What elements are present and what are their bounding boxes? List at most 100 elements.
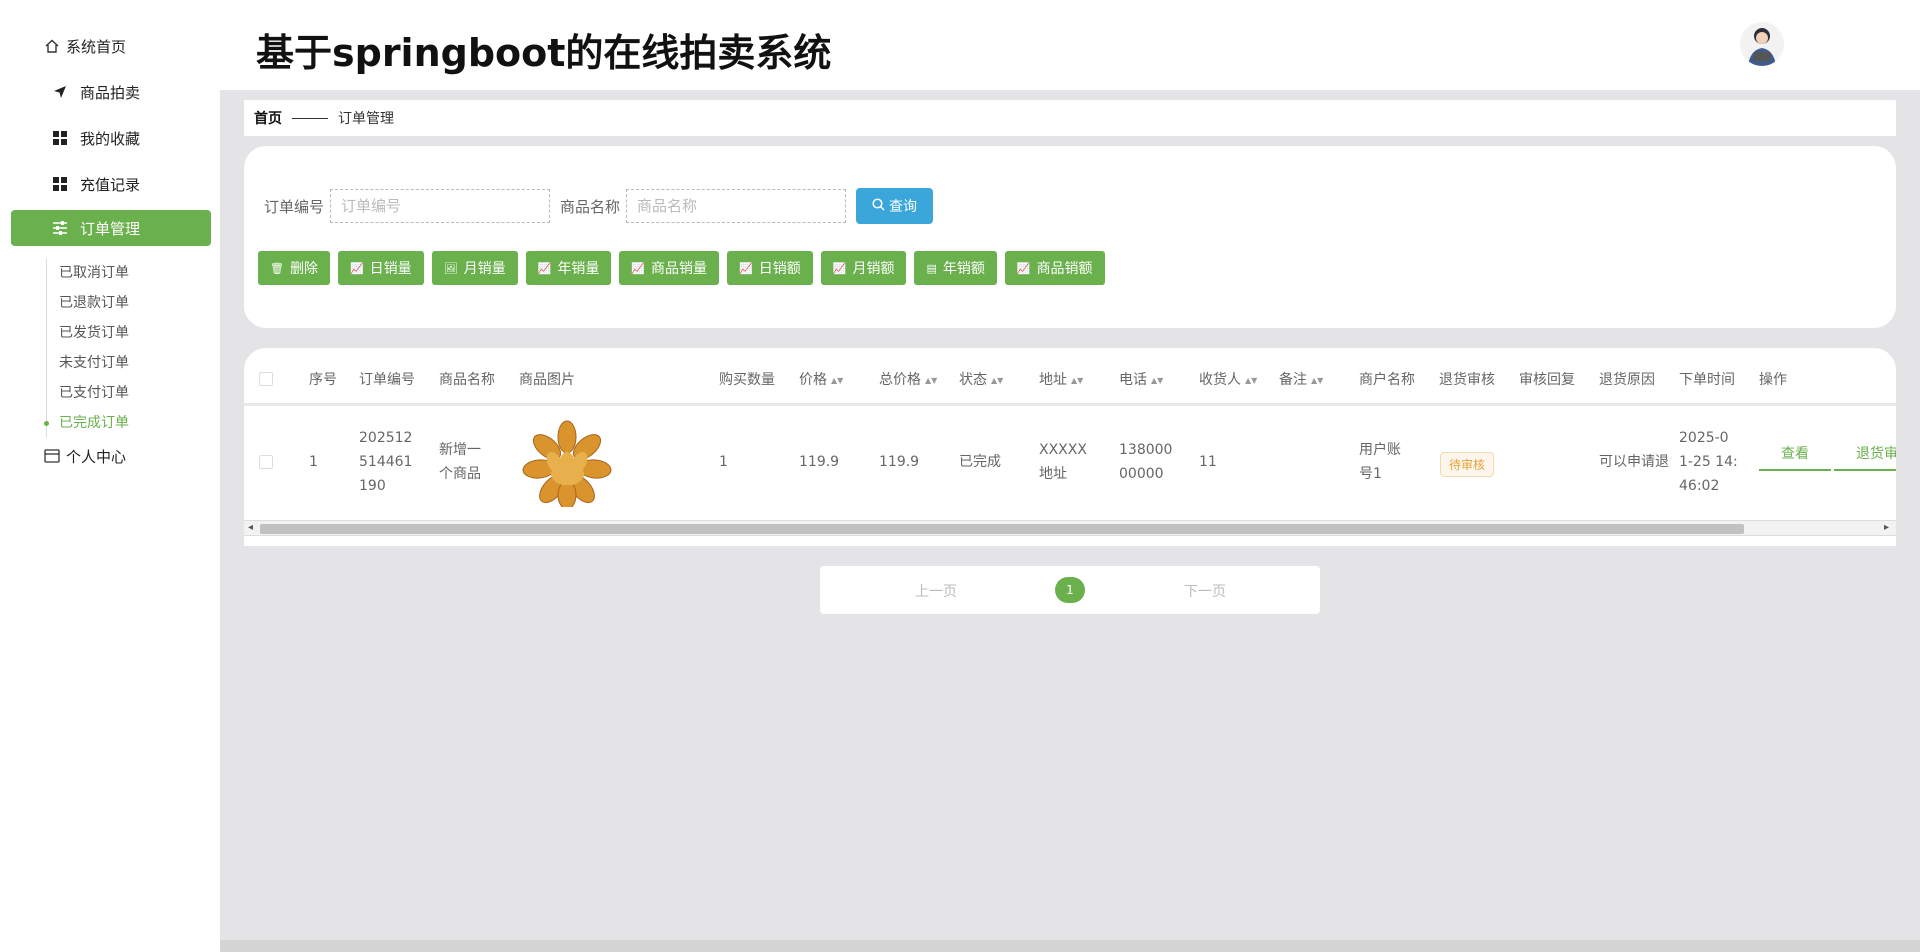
col-status-label: 状态	[959, 372, 987, 388]
chart-icon: 📈	[832, 261, 847, 275]
monthly-revenue-label: 月销额	[852, 261, 895, 277]
chart-icon: 📈	[349, 261, 364, 275]
col-return-reason: 退货原因	[1599, 372, 1655, 388]
goods-sales-label: 商品销量	[651, 261, 708, 277]
col-total-label: 总价格	[879, 372, 921, 388]
sidebar-item-profile[interactable]: 个人中心	[0, 438, 220, 474]
col-remark-label: 备注	[1279, 372, 1307, 388]
scroll-thumb[interactable]	[260, 524, 1744, 534]
cell-phone: 138000 00000	[1119, 438, 1172, 486]
daily-sales-label: 日销量	[369, 261, 412, 277]
cell-order-no-line: 514461	[359, 454, 413, 470]
header: 基于springboot的在线拍卖系统	[220, 0, 1920, 90]
grid-icon	[52, 176, 68, 192]
monthly-revenue-button[interactable]: 📈 月销额	[820, 251, 907, 285]
sidebar-item-orders[interactable]: 订单管理	[11, 210, 211, 246]
submenu-refunded-orders[interactable]: 已退款订单	[47, 288, 129, 318]
horizontal-scrollbar[interactable]: ◂ ▸	[244, 520, 1896, 536]
col-phone[interactable]: 电话 ▲▼	[1119, 369, 1163, 389]
page-number[interactable]: 1	[1055, 577, 1085, 603]
cell-phone-line: 00000	[1119, 466, 1164, 482]
cell-address-line: XXXXX	[1039, 442, 1087, 458]
cell-goods-name-line: 个商品	[439, 466, 481, 482]
monthly-sales-button[interactable]: 🖼 月销量	[431, 251, 518, 285]
card-icon	[44, 448, 60, 464]
sidebar-item-label: 我的收藏	[80, 129, 141, 148]
yearly-revenue-button[interactable]: ▤ 年销额	[914, 251, 997, 285]
col-order-no: 订单编号	[359, 372, 415, 388]
sidebar-item-label: 系统首页	[66, 37, 127, 56]
delete-button[interactable]: 🗑 删除	[258, 251, 330, 285]
submenu-paid-orders[interactable]: 已支付订单	[47, 378, 129, 408]
sort-icon[interactable]: ▲▼	[1245, 376, 1257, 385]
sort-icon[interactable]: ▲▼	[925, 376, 937, 385]
row-checkbox[interactable]	[259, 455, 273, 469]
avatar[interactable]	[1740, 22, 1784, 66]
order-no-input[interactable]	[330, 189, 551, 223]
sort-icon[interactable]: ▲▼	[1071, 376, 1083, 385]
col-order-time: 下单时间	[1679, 372, 1735, 388]
view-button[interactable]: 查看	[1759, 443, 1831, 471]
cell-goods-name: 新增一 个商品	[439, 438, 481, 486]
col-index: 序号	[309, 372, 337, 388]
cell-address: XXXXX 地址	[1039, 438, 1087, 486]
search-icon	[872, 197, 885, 215]
sort-icon[interactable]: ▲▼	[1311, 376, 1323, 385]
col-receiver[interactable]: 收货人 ▲▼	[1199, 369, 1257, 389]
action-row: 🗑 删除 📈 日销量 🖼 月销量 📈 年销量 📈 商品销量 📈 日销额 📈 月销额 ▤ 年销额 …	[258, 251, 1105, 285]
cell-order-no-line: 202512	[359, 430, 413, 446]
select-all-checkbox[interactable]	[259, 372, 273, 386]
sort-icon[interactable]: ▲▼	[1151, 376, 1163, 385]
search-panel: 订单编号 商品名称 查询 🗑 删除 📈 日销量 🖼 月销量 📈 年销量 📈 商品销量 📈 日…	[244, 146, 1896, 328]
breadcrumb-home[interactable]: 首页	[254, 108, 282, 128]
trash-icon: 🗑	[270, 261, 284, 275]
orders-submenu: 已取消订单 已退款订单 已发货订单 未支付订单 已支付订单 已完成订单	[44, 258, 129, 438]
sidebar-item-label: 充值记录	[80, 175, 141, 194]
return-review-button[interactable]: 退货审	[1834, 443, 1896, 471]
daily-revenue-button[interactable]: 📈 日销额	[727, 251, 813, 285]
query-button[interactable]: 查询	[856, 188, 934, 224]
sidebar-item-favorites[interactable]: 我的收藏	[0, 120, 220, 156]
goods-name-label: 商品名称	[560, 197, 621, 216]
scroll-right-icon[interactable]: ▸	[1884, 522, 1889, 533]
cell-receiver: 11	[1199, 454, 1217, 470]
breadcrumb-separator	[292, 117, 328, 119]
prev-page-button[interactable]: 上一页	[915, 581, 957, 601]
col-merchant: 商户名称	[1359, 372, 1415, 388]
cell-quantity: 1	[719, 454, 728, 470]
goods-image[interactable]	[517, 417, 617, 510]
sort-icon[interactable]: ▲▼	[991, 376, 1003, 385]
next-page-button[interactable]: 下一页	[1184, 581, 1226, 601]
col-remark[interactable]: 备注 ▲▼	[1279, 369, 1323, 389]
col-goods-image: 商品图片	[519, 372, 575, 388]
sidebar-item-recharge[interactable]: 充值记录	[0, 166, 220, 202]
scroll-left-icon[interactable]: ◂	[248, 522, 253, 533]
yearly-sales-button[interactable]: 📈 年销量	[525, 251, 612, 285]
col-total[interactable]: 总价格 ▲▼	[879, 369, 937, 389]
goods-sales-button[interactable]: 📈 商品销量	[619, 251, 720, 285]
cell-total: 119.9	[879, 454, 920, 470]
sidebar-item-home[interactable]: 系统首页	[0, 28, 220, 64]
sliders-icon	[52, 220, 68, 236]
submenu-unpaid-orders[interactable]: 未支付订单	[47, 348, 129, 378]
cell-order-time-line: 2025-0	[1679, 430, 1729, 446]
sort-icon[interactable]: ▲▼	[831, 376, 843, 385]
col-price-label: 价格	[799, 372, 827, 388]
col-price[interactable]: 价格 ▲▼	[799, 369, 843, 389]
submenu-shipped-orders[interactable]: 已发货订单	[47, 318, 129, 348]
col-status[interactable]: 状态 ▲▼	[959, 369, 1003, 389]
col-address[interactable]: 地址 ▲▼	[1039, 369, 1083, 389]
cell-order-no-line: 190	[359, 478, 386, 494]
goods-revenue-button[interactable]: 📈 商品销额	[1004, 251, 1105, 285]
daily-sales-button[interactable]: 📈 日销量	[337, 251, 424, 285]
orders-table: 序号 订单编号 商品名称 商品图片 购买数量 价格 ▲▼ 总价格 ▲▼ 状态 ▲▼ 地…	[244, 348, 1896, 546]
page-horizontal-scrollbar[interactable]	[220, 940, 1920, 952]
daily-revenue-label: 日销额	[758, 261, 801, 277]
sidebar-item-auction[interactable]: 商品拍卖	[0, 74, 220, 110]
submenu-cancelled-orders[interactable]: 已取消订单	[47, 258, 129, 288]
vertical-scrollbar[interactable]	[1904, 90, 1920, 940]
submenu-completed-orders[interactable]: 已完成订单	[44, 408, 129, 438]
monthly-sales-label: 月销量	[463, 261, 506, 277]
goods-name-input[interactable]	[626, 189, 847, 223]
col-goods-name: 商品名称	[439, 372, 495, 388]
